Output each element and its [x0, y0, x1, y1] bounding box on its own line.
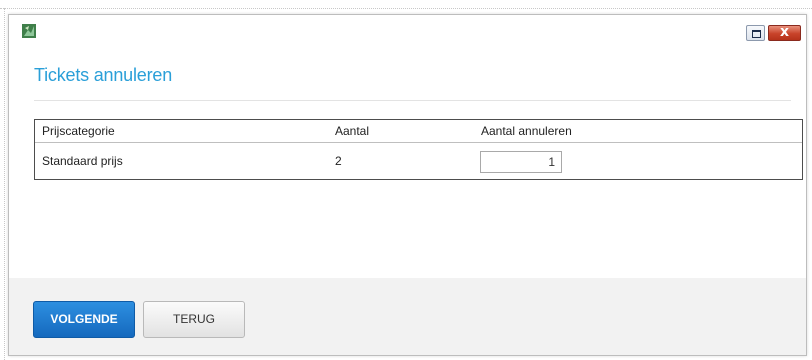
title-divider [34, 100, 791, 101]
row-prijscategorie: Standaard prijs [42, 154, 123, 168]
back-button[interactable]: TERUG [143, 301, 245, 338]
background-divider [0, 8, 812, 9]
title-bar[interactable]: x [9, 15, 806, 47]
close-button[interactable]: x [768, 24, 801, 41]
column-header-prijscategorie: Prijscategorie [42, 124, 115, 138]
column-header-aantal: Aantal [335, 124, 370, 138]
row-aantal: 2 [335, 154, 342, 168]
dialog-footer: VOLGENDE TERUG [9, 278, 806, 355]
background-edge [4, 8, 5, 360]
close-icon: x [779, 24, 790, 40]
table-header: Prijscategorie Aantal Aantal annuleren [35, 120, 802, 143]
maximize-icon [752, 30, 761, 38]
next-button[interactable]: VOLGENDE [33, 301, 135, 338]
page-title: Tickets annuleren [34, 65, 173, 85]
maximize-button[interactable] [746, 25, 765, 41]
tickets-table: Prijscategorie Aantal Aantal annuleren S… [34, 119, 803, 180]
leaf-app-icon [22, 24, 36, 38]
column-header-aantal-annuleren: Aantal annuleren [481, 124, 572, 138]
cancel-quantity-input[interactable] [480, 151, 562, 173]
dialog-window: x Tickets annuleren Prijscategorie Aanta… [8, 14, 807, 356]
